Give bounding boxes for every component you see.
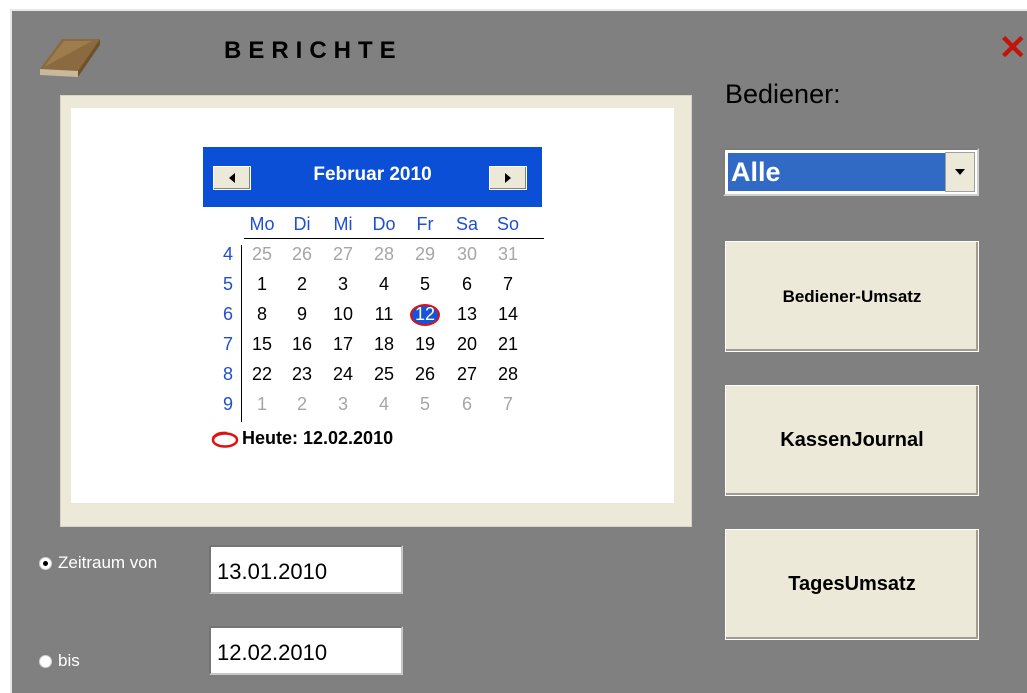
daily-sales-button[interactable]: TagesUmsatz (725, 529, 979, 640)
week-divider (241, 245, 242, 422)
calendar-day[interactable]: 9 (284, 304, 320, 325)
weekday-label: Do (366, 214, 402, 235)
calendar-day[interactable]: 7 (490, 394, 526, 415)
reports-window: BERICHTE ✕ Bediener: Alle Bediener-Umsat… (10, 9, 1027, 693)
calendar-day[interactable]: 31 (490, 244, 526, 265)
weekday-label: So (490, 214, 526, 235)
chevron-down-icon[interactable] (945, 152, 975, 192)
calendar-day[interactable]: 20 (449, 334, 485, 355)
today-label: Heute: 12.02.2010 (242, 428, 393, 449)
calendar-day[interactable]: 16 (284, 334, 320, 355)
calendar-day[interactable]: 1 (244, 274, 280, 295)
calendar-day[interactable]: 10 (325, 304, 361, 325)
week-number: 9 (213, 394, 233, 415)
calendar-day[interactable]: 25 (366, 364, 402, 385)
calendar-day[interactable]: 18 (366, 334, 402, 355)
calendar-day[interactable]: 7 (490, 274, 526, 295)
weekday-label: Sa (449, 214, 485, 235)
calendar-day[interactable]: 2 (284, 274, 320, 295)
calendar-day[interactable]: 30 (449, 244, 485, 265)
window-title: BERICHTE (224, 37, 403, 65)
calendar-day[interactable]: 5 (407, 394, 443, 415)
calendar-frame: Februar 2010 Mo Di Mi Do Fr Sa So 4 5 6 … (60, 95, 692, 527)
calendar-day[interactable]: 28 (366, 244, 402, 265)
calendar-day[interactable]: 11 (366, 304, 402, 325)
calendar-days: 2526272829303112345678910111213141516171… (244, 244, 544, 424)
week-number: 8 (213, 364, 233, 385)
range-to-option[interactable]: bis (39, 651, 80, 671)
operator-selected-value: Alle (728, 153, 945, 191)
weekday-label: Mo (244, 214, 280, 235)
calendar: Februar 2010 Mo Di Mi Do Fr Sa So 4 5 6 … (71, 108, 674, 503)
weekday-label: Fr (407, 214, 443, 235)
calendar-day[interactable]: 28 (490, 364, 526, 385)
calendar-day[interactable]: 26 (407, 364, 443, 385)
range-from-option[interactable]: Zeitraum von (39, 553, 157, 573)
calendar-day[interactable]: 15 (244, 334, 280, 355)
week-number: 5 (213, 274, 233, 295)
week-number: 6 (213, 304, 233, 325)
range-from-radio[interactable] (39, 557, 52, 570)
range-to-radio[interactable] (39, 655, 52, 668)
calendar-day[interactable]: 5 (407, 274, 443, 295)
today-link[interactable]: Heute: 12.02.2010 (211, 428, 393, 449)
calendar-day[interactable]: 27 (449, 364, 485, 385)
calendar-day[interactable]: 4 (366, 394, 402, 415)
calendar-day[interactable]: 19 (407, 334, 443, 355)
calendar-day[interactable]: 23 (284, 364, 320, 385)
calendar-day[interactable]: 2 (284, 394, 320, 415)
calendar-day[interactable]: 25 (244, 244, 280, 265)
calendar-day[interactable]: 21 (490, 334, 526, 355)
calendar-day-selected[interactable]: 12 (407, 304, 443, 325)
close-icon[interactable]: ✕ (999, 31, 1027, 65)
triangle-right-icon[interactable] (489, 166, 527, 190)
weekday-header: Mo Di Mi Do Fr Sa So (244, 214, 544, 239)
range-from-label: Zeitraum von (58, 553, 157, 573)
book-icon (32, 31, 102, 81)
calendar-day[interactable]: 27 (325, 244, 361, 265)
today-circle-icon (211, 430, 239, 448)
week-number: 7 (213, 334, 233, 355)
weekday-label: Di (284, 214, 320, 235)
calendar-header: Februar 2010 (203, 147, 542, 207)
calendar-day[interactable]: 29 (407, 244, 443, 265)
calendar-day[interactable]: 3 (325, 274, 361, 295)
calendar-day[interactable]: 6 (449, 274, 485, 295)
calendar-day[interactable]: 4 (366, 274, 402, 295)
operator-label: Bediener: (725, 79, 841, 110)
operator-select[interactable]: Alle (723, 148, 979, 196)
calendar-day[interactable]: 14 (490, 304, 526, 325)
calendar-day[interactable]: 13 (449, 304, 485, 325)
calendar-day[interactable]: 8 (244, 304, 280, 325)
weekday-label: Mi (325, 214, 361, 235)
calendar-day[interactable]: 24 (325, 364, 361, 385)
calendar-day[interactable]: 1 (244, 394, 280, 415)
calendar-day[interactable]: 22 (244, 364, 280, 385)
cash-journal-button[interactable]: KassenJournal (725, 385, 979, 496)
calendar-day[interactable]: 3 (325, 394, 361, 415)
calendar-day[interactable]: 17 (325, 334, 361, 355)
date-to-input[interactable] (209, 626, 403, 675)
calendar-day[interactable]: 26 (284, 244, 320, 265)
date-from-input[interactable] (209, 545, 403, 594)
calendar-day[interactable]: 6 (449, 394, 485, 415)
week-number: 4 (213, 244, 233, 265)
operator-sales-button[interactable]: Bediener-Umsatz (725, 241, 979, 352)
range-to-label: bis (58, 651, 80, 671)
